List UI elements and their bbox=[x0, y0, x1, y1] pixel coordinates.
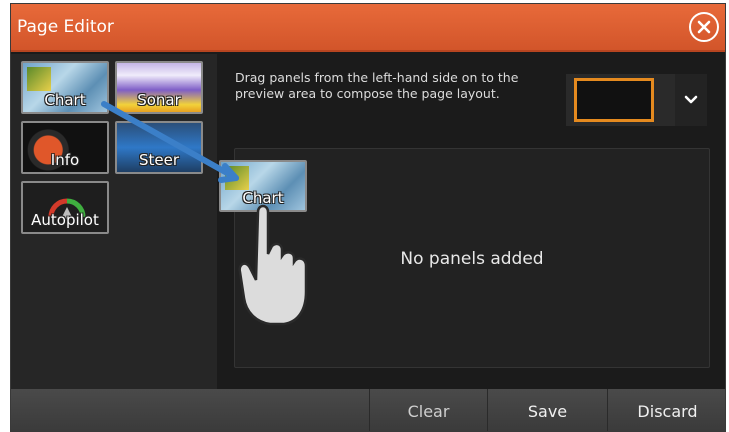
chart-thumbnail bbox=[27, 67, 51, 91]
discard-button[interactable]: Discard bbox=[607, 389, 725, 431]
title-bar: Page Editor bbox=[11, 4, 725, 52]
save-button[interactable]: Save bbox=[487, 389, 607, 431]
panel-palette: Chart Sonar Info Steer Autopilot bbox=[11, 54, 217, 389]
footer-bar: Clear Save Discard bbox=[11, 389, 725, 431]
panel-tile-info[interactable]: Info bbox=[21, 121, 109, 174]
panel-tile-label: Steer bbox=[138, 151, 180, 169]
layout-preview-box bbox=[574, 78, 654, 122]
panel-tile-sonar[interactable]: Sonar bbox=[115, 61, 203, 114]
instructions-text: Drag panels from the left-hand side on t… bbox=[235, 70, 519, 101]
layout-dropdown-button[interactable] bbox=[675, 74, 707, 126]
window-title: Page Editor bbox=[17, 17, 114, 37]
panel-tile-autopilot[interactable]: Autopilot bbox=[21, 181, 109, 234]
panel-tile-chart[interactable]: Chart bbox=[21, 61, 109, 114]
close-icon bbox=[697, 20, 711, 34]
panel-tile-label: Info bbox=[50, 151, 80, 169]
dragging-panel-label: Chart bbox=[242, 189, 284, 207]
clear-button[interactable]: Clear bbox=[369, 389, 487, 431]
editor-area: Drag panels from the left-hand side on t… bbox=[217, 54, 725, 389]
panel-tile-label: Chart bbox=[44, 91, 86, 109]
page-editor-window: Page Editor Chart Sonar Info Steer Autop… bbox=[10, 3, 726, 432]
chart-thumbnail bbox=[225, 166, 249, 190]
panel-tile-steer[interactable]: Steer bbox=[115, 121, 203, 174]
panel-tile-label: Autopilot bbox=[31, 211, 99, 229]
dragging-panel-chart[interactable]: Chart bbox=[219, 160, 307, 212]
close-button[interactable] bbox=[689, 12, 719, 42]
panel-tile-label: Sonar bbox=[137, 91, 181, 109]
chevron-down-icon bbox=[684, 95, 698, 104]
empty-preview-text: No panels added bbox=[400, 249, 544, 269]
layout-selector[interactable] bbox=[566, 74, 707, 126]
